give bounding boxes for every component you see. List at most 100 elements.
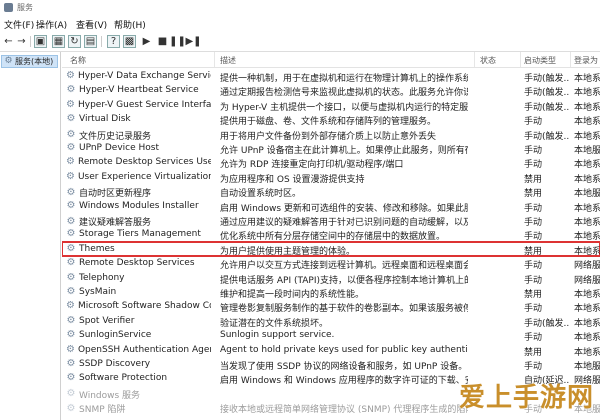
service-startup-type: 手动(触发... xyxy=(524,318,570,329)
service-name: Remote Desktop Services xyxy=(79,258,195,269)
service-name: User Experience Virtualization S... xyxy=(77,171,211,182)
pause-service-icon[interactable]: ❚❚ xyxy=(169,35,186,48)
service-startup-type: 手动(触发... xyxy=(524,74,570,84)
service-name-cell: ⚙ Hyper-V Heartbeat Service xyxy=(66,85,211,95)
table-row[interactable]: ⚙ Telephony 提供电话服务 API (TAPI)支持，以便各程序控制本地计… xyxy=(62,271,600,286)
service-name-cell: ⚙ 建议疑难解答服务 xyxy=(66,215,211,228)
title-bar: 服务 xyxy=(0,0,600,16)
column-header-description[interactable]: 描述 xyxy=(220,55,236,66)
service-description: 允许用户以交互方式连接到远程计算机。远程桌面和远程桌面会话... xyxy=(220,261,468,272)
table-row[interactable]: ⚙SysMain 维护和提高一段时间内的系统性能。 禁用 本地系统 xyxy=(62,285,600,300)
service-description: 接收本地或远程简单网络管理协议 (SNMP) 代理程序生成的陷阱... xyxy=(220,405,468,416)
table-row[interactable]: ⚙ SunloginService Sunlogin support service… xyxy=(62,328,600,344)
gear-icon: ⚙ xyxy=(66,71,75,81)
table-row[interactable]: ⚙ Hyper-V Data Exchange Service 提供一种机制，用于在… xyxy=(62,69,600,84)
table-row[interactable]: ⚙ Hyper-V Heartbeat Service 通过定期报告检测信号来监视此… xyxy=(62,83,600,99)
service-name: OpenSSH Authentication Agent xyxy=(77,344,211,355)
service-name-cell: ⚙ 自动时区更新程序 xyxy=(66,186,211,199)
gear-icon: ⚙ xyxy=(66,215,76,227)
service-log-on-as: 本地系统 xyxy=(574,333,600,344)
table-row[interactable]: ⚙ Storage Tiers Management 优化系统中所有分层存储空间中的… xyxy=(62,227,600,242)
service-description: 验证潜在的文件系统损坏。 xyxy=(220,318,329,329)
service-name-cell: ⚙ Remote Desktop Services xyxy=(66,258,211,268)
services-app-icon xyxy=(4,3,13,12)
export-list-icon[interactable]: ▤ xyxy=(84,35,97,48)
back-arrow-icon[interactable]: ← xyxy=(2,35,15,48)
table-row[interactable]: ⚙ Remote Desktop Services 允许用户以交互方式连接到远程计算… xyxy=(62,256,600,272)
column-divider[interactable] xyxy=(520,52,521,67)
service-name: Software Protection xyxy=(79,373,168,384)
tree-pane: ⚙ 服务(本地) xyxy=(0,52,61,420)
stop-service-icon[interactable]: ■ xyxy=(156,35,169,48)
table-row[interactable]: ⚙ Hyper-V Guest Service Interface 为 Hyper-… xyxy=(62,98,600,113)
table-row[interactable]: ⚙ Remote Desktop Services User... 允许为 RDP … xyxy=(62,155,600,171)
start-service-icon[interactable]: ▶ xyxy=(140,35,153,48)
column-header-name[interactable]: 名称 xyxy=(70,55,86,66)
table-row[interactable]: ⚙ 文件历史记录服务 用于将用户文件备份到外部存储介质上以防止意外丢失 手动(触发..… xyxy=(62,127,600,142)
service-name: Remote Desktop Services User... xyxy=(77,157,211,168)
gear-icon: ⚙ xyxy=(66,330,76,341)
gear-icon: ⚙ xyxy=(66,258,76,269)
forward-arrow-icon[interactable]: → xyxy=(15,35,28,48)
gear-icon: ⚙ xyxy=(66,186,76,198)
restart-service-icon[interactable]: ▶❚ xyxy=(185,35,201,48)
gear-icon: ⚙ xyxy=(66,129,76,141)
menu-bar: 文件(F) 操作(A) 查看(V) 帮助(H) xyxy=(0,15,600,32)
gear-icon: ⚙ xyxy=(4,56,13,66)
service-log-on-as: 本地系统 xyxy=(574,160,600,171)
service-name: Microsoft Software Shadow Co... xyxy=(77,301,211,312)
table-row[interactable]: ⚙ SSDP Discovery 当发现了使用 SSDP 协议的网络设备和服务，如 … xyxy=(62,357,600,372)
column-header-status[interactable]: 状态 xyxy=(480,55,496,66)
gear-icon: ⚙ xyxy=(66,402,76,414)
service-description: Agent to hold private keys used for publ… xyxy=(220,344,468,355)
help-icon[interactable]: ? xyxy=(107,35,120,48)
column-header-startup-type[interactable]: 启动类型 xyxy=(524,55,556,66)
service-startup-type: 手动 xyxy=(524,304,543,315)
service-startup-type: 手动 xyxy=(524,261,543,272)
gear-icon: ⚙ xyxy=(66,373,76,384)
console-icon[interactable]: ▩ xyxy=(123,35,136,48)
list-header: 名称 描述 状态 启动类型 登录为 xyxy=(62,52,600,68)
service-description: 为 Hyper-V 主机提供一个接口，以便与虚拟机内运行的特定服务... xyxy=(220,102,468,113)
service-startup-type: 手动 xyxy=(524,160,543,171)
tree-node-services-local[interactable]: ⚙ 服务(本地) xyxy=(1,55,58,68)
service-log-on-as: 本地服务 xyxy=(574,189,600,200)
table-row-selected[interactable]: ⚙Themes 为用户提供使用主题管理的体验。 禁用 本地系统 xyxy=(62,240,600,258)
service-name-cell: ⚙ Windows Modules Installer xyxy=(66,201,211,211)
show-tree-icon[interactable]: ▣ xyxy=(34,35,47,48)
menu-file[interactable]: 文件(F) xyxy=(4,18,34,31)
service-log-on-as: 本地系统 xyxy=(574,117,600,128)
service-description: 通过定期报告检测信号来监视此虚拟机的状态。此服务允许你识别... xyxy=(220,88,468,99)
service-name: SunloginService xyxy=(79,330,152,341)
menu-view[interactable]: 查看(V) xyxy=(76,18,107,31)
table-row[interactable]: ⚙ 建议疑难解答服务 通过应用建议的疑难解答用于针对已识别问题的自动缓解，以及...… xyxy=(62,213,600,228)
service-name: Themes xyxy=(79,243,115,254)
gear-icon: ⚙ xyxy=(66,229,76,240)
gear-icon: ⚙ xyxy=(66,200,76,211)
services-list: 名称 描述 状态 启动类型 登录为 ⚙ Hyper-V Data Exchange… xyxy=(62,52,600,420)
gear-icon: ⚙ xyxy=(66,157,75,168)
column-header-log-on-as[interactable]: 登录为 xyxy=(574,55,598,66)
gear-icon: ⚙ xyxy=(66,99,75,110)
table-row[interactable]: ⚙ Windows Modules Installer 启用 Windows 更新和… xyxy=(62,199,600,214)
service-startup-type: 手动(触发... xyxy=(524,131,570,142)
table-row[interactable]: ⚙ OpenSSH Authentication Agent Agent to ho… xyxy=(62,343,600,358)
table-row[interactable]: ⚙自动时区更新程序自动设置系统时区。禁用本地服务 xyxy=(62,184,600,200)
menu-action[interactable]: 操作(A) xyxy=(36,18,67,31)
menu-help[interactable]: 帮助(H) xyxy=(114,18,146,31)
service-log-on-as: 本地系统 xyxy=(574,304,600,315)
table-row[interactable]: ⚙User Experience Virtualization S... 为应用程… xyxy=(62,170,600,185)
column-divider[interactable] xyxy=(214,52,215,67)
service-name: Hyper-V Guest Service Interface xyxy=(77,99,211,110)
service-description: 提供电话服务 API (TAPI)支持，以便各程序控制本地计算机上的电... xyxy=(220,275,468,286)
column-divider[interactable] xyxy=(474,52,475,67)
refresh-icon[interactable]: ↻ xyxy=(68,35,81,48)
service-name-cell: ⚙ 文件历史记录服务 xyxy=(66,129,211,142)
table-row[interactable]: ⚙ Virtual Disk 提供用于磁盘、卷、文件系统和存储阵列的管理服务。 手动 本… xyxy=(62,112,600,128)
table-row[interactable]: ⚙ Microsoft Software Shadow Co... 管理卷影复制服务… xyxy=(62,299,600,315)
properties-icon[interactable]: ▦ xyxy=(52,35,65,48)
column-divider[interactable] xyxy=(570,52,571,67)
table-row[interactable]: ⚙Spot Verifier 验证潜在的文件系统损坏。 手动(触发... 本地系统 xyxy=(62,314,600,329)
table-row[interactable]: ⚙ UPnP Device Host 允许 UPnP 设备宿主在此计算机上。如果停止… xyxy=(62,141,600,156)
gear-icon: ⚙ xyxy=(66,301,75,312)
